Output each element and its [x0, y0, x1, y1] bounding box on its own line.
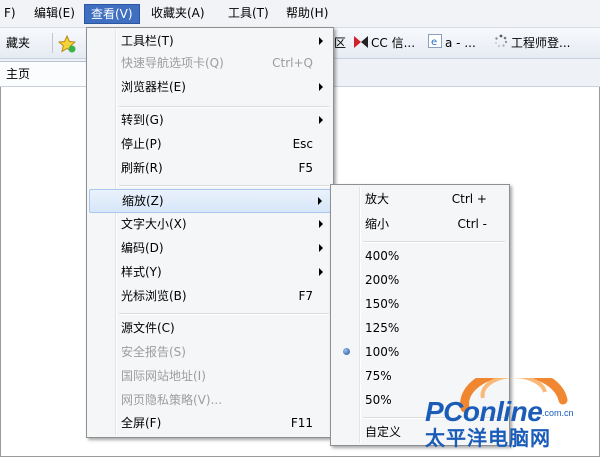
menu-item-privacy-policy: 网页隐私策略(V)...	[89, 389, 331, 411]
menu-item-label: 光标浏览(B)	[121, 289, 187, 303]
submenu-arrow-icon	[319, 116, 323, 124]
menu-item-stop[interactable]: 停止(P) Esc	[89, 133, 331, 155]
submenu-arrow-icon	[319, 244, 323, 252]
menu-item-label: 工具栏(T)	[121, 34, 174, 48]
svg-text:e: e	[431, 37, 437, 48]
favorite-item-3-label: a - ...	[445, 36, 476, 50]
favorite-item-4-label: 工程师登...	[511, 36, 571, 50]
menu-item-toolbars[interactable]: 工具栏(T)	[89, 30, 331, 52]
menu-item-label: 50%	[365, 393, 392, 407]
menu-item-refresh[interactable]: 刷新(R) F5	[89, 157, 331, 179]
menu-item-label: 刷新(R)	[121, 161, 163, 175]
menu-separator	[119, 106, 329, 108]
submenu-arrow-icon	[319, 83, 323, 91]
submenu-arrow-icon	[318, 197, 322, 205]
menu-item-label: 200%	[365, 273, 400, 287]
zoom-out[interactable]: 缩小 Ctrl -	[333, 213, 507, 235]
menu-item-label: 75%	[365, 369, 392, 383]
pconline-chinese-name: 太平洋电脑网	[425, 426, 551, 450]
menu-item-label: 文字大小(X)	[121, 217, 187, 231]
menu-item-label: 缩放(Z)	[122, 194, 164, 208]
menu-favorites[interactable]: 收藏夹(A)	[145, 4, 211, 22]
zoom-200[interactable]: 200%	[333, 269, 507, 291]
menu-item-label: 125%	[365, 321, 400, 335]
menu-item-shortcut: Ctrl -	[457, 217, 488, 231]
submenu-arrow-icon	[319, 37, 323, 45]
menu-item-shortcut: F7	[298, 289, 313, 303]
menu-item-security-report: 安全报告(S)	[89, 341, 331, 363]
favorite-item-2-label: CC 信...	[371, 36, 416, 50]
menu-item-label: 放大	[365, 192, 390, 206]
menu-item-label: 安全报告(S)	[121, 345, 186, 359]
ie-page-icon: e	[428, 33, 442, 55]
cc-bowtie-icon	[354, 33, 368, 55]
pconline-watermark-logo: PConline .com.cn 太平洋电脑网	[395, 367, 595, 450]
menu-item-label: 快速导航选项卡(Q)	[121, 56, 224, 70]
menu-item-shortcut: F11	[290, 416, 313, 430]
submenu-arrow-icon	[319, 220, 323, 228]
menu-item-explorer-bars[interactable]: 浏览器栏(E)	[89, 76, 331, 98]
favorites-divider	[52, 33, 53, 53]
menu-item-full-screen[interactable]: 全屏(F) F11	[89, 412, 331, 434]
menu-item-label: 样式(Y)	[121, 265, 162, 279]
menu-item-shortcut: Ctrl +	[451, 192, 487, 206]
menu-item-caret-browsing[interactable]: 光标浏览(B) F7	[89, 285, 331, 307]
menu-item-text-size[interactable]: 文字大小(X)	[89, 213, 331, 235]
menu-help[interactable]: 帮助(H)	[280, 4, 334, 22]
selected-radio-bullet-icon	[343, 348, 350, 355]
zoom-125[interactable]: 125%	[333, 317, 507, 339]
menu-file[interactable]: F)	[0, 4, 22, 22]
menu-item-label: 400%	[365, 249, 400, 263]
zoom-100[interactable]: 100%	[333, 341, 507, 363]
menu-item-label: 全屏(F)	[121, 416, 162, 430]
menu-item-zoom[interactable]: 缩放(Z)	[89, 189, 331, 213]
favorite-item-3[interactable]: e a - ...	[428, 32, 476, 54]
menu-item-style[interactable]: 样式(Y)	[89, 261, 331, 283]
add-favorite-star-icon[interactable]	[57, 32, 77, 54]
menu-item-go-to[interactable]: 转到(G)	[89, 109, 331, 131]
menu-item-label: 网页隐私策略(V)...	[121, 393, 223, 407]
pconline-domain: .com.cn	[542, 408, 574, 418]
loading-spinner-icon	[494, 33, 508, 55]
zoom-400[interactable]: 400%	[333, 245, 507, 267]
menu-item-label: 100%	[365, 345, 400, 359]
menu-item-label: 150%	[365, 297, 400, 311]
favorite-item-1-label: 区	[334, 36, 347, 50]
menu-separator	[119, 313, 329, 315]
menu-item-label: 编码(D)	[121, 241, 164, 255]
menu-edit[interactable]: 编辑(E)	[28, 4, 81, 22]
menu-item-shortcut: Esc	[292, 137, 313, 151]
menu-item-label: 缩小	[365, 217, 390, 231]
menu-item-shortcut: Ctrl+Q	[272, 56, 313, 70]
menu-item-label: 国际网站地址(I)	[121, 369, 206, 383]
menu-item-encoding[interactable]: 编码(D)	[89, 237, 331, 259]
menu-item-shortcut: F5	[298, 161, 313, 175]
menu-bar: F) 编辑(E) 查看(V) 收藏夹(A) 工具(T) 帮助(H)	[0, 0, 600, 28]
menu-tools[interactable]: 工具(T)	[222, 4, 275, 22]
favorites-button-label[interactable]: 藏夹	[6, 32, 30, 54]
menu-item-label: 浏览器栏(E)	[121, 80, 186, 94]
submenu-arrow-icon	[319, 268, 323, 276]
menu-item-quick-tabs: 快速导航选项卡(Q) Ctrl+Q	[89, 52, 331, 74]
menu-item-source[interactable]: 源文件(C)	[89, 317, 331, 339]
menu-item-label: 源文件(C)	[121, 321, 175, 335]
zoom-in[interactable]: 放大 Ctrl +	[333, 188, 507, 210]
zoom-150[interactable]: 150%	[333, 293, 507, 315]
menu-item-label: 转到(G)	[121, 113, 164, 127]
menu-item-label: 停止(P)	[121, 137, 162, 151]
menu-separator	[119, 185, 329, 187]
menu-view[interactable]: 查看(V)	[84, 4, 140, 24]
tab-home[interactable]: 主页	[0, 61, 89, 86]
menu-item-international-address: 国际网站地址(I)	[89, 365, 331, 387]
view-menu: 工具栏(T) 快速导航选项卡(Q) Ctrl+Q 浏览器栏(E) 转到(G) 停…	[86, 27, 334, 438]
favorite-item-4[interactable]: 工程师登...	[494, 32, 570, 54]
favorite-item-1[interactable]: 区	[334, 32, 346, 54]
favorite-item-2[interactable]: CC 信...	[354, 32, 415, 54]
menu-separator	[363, 241, 505, 243]
